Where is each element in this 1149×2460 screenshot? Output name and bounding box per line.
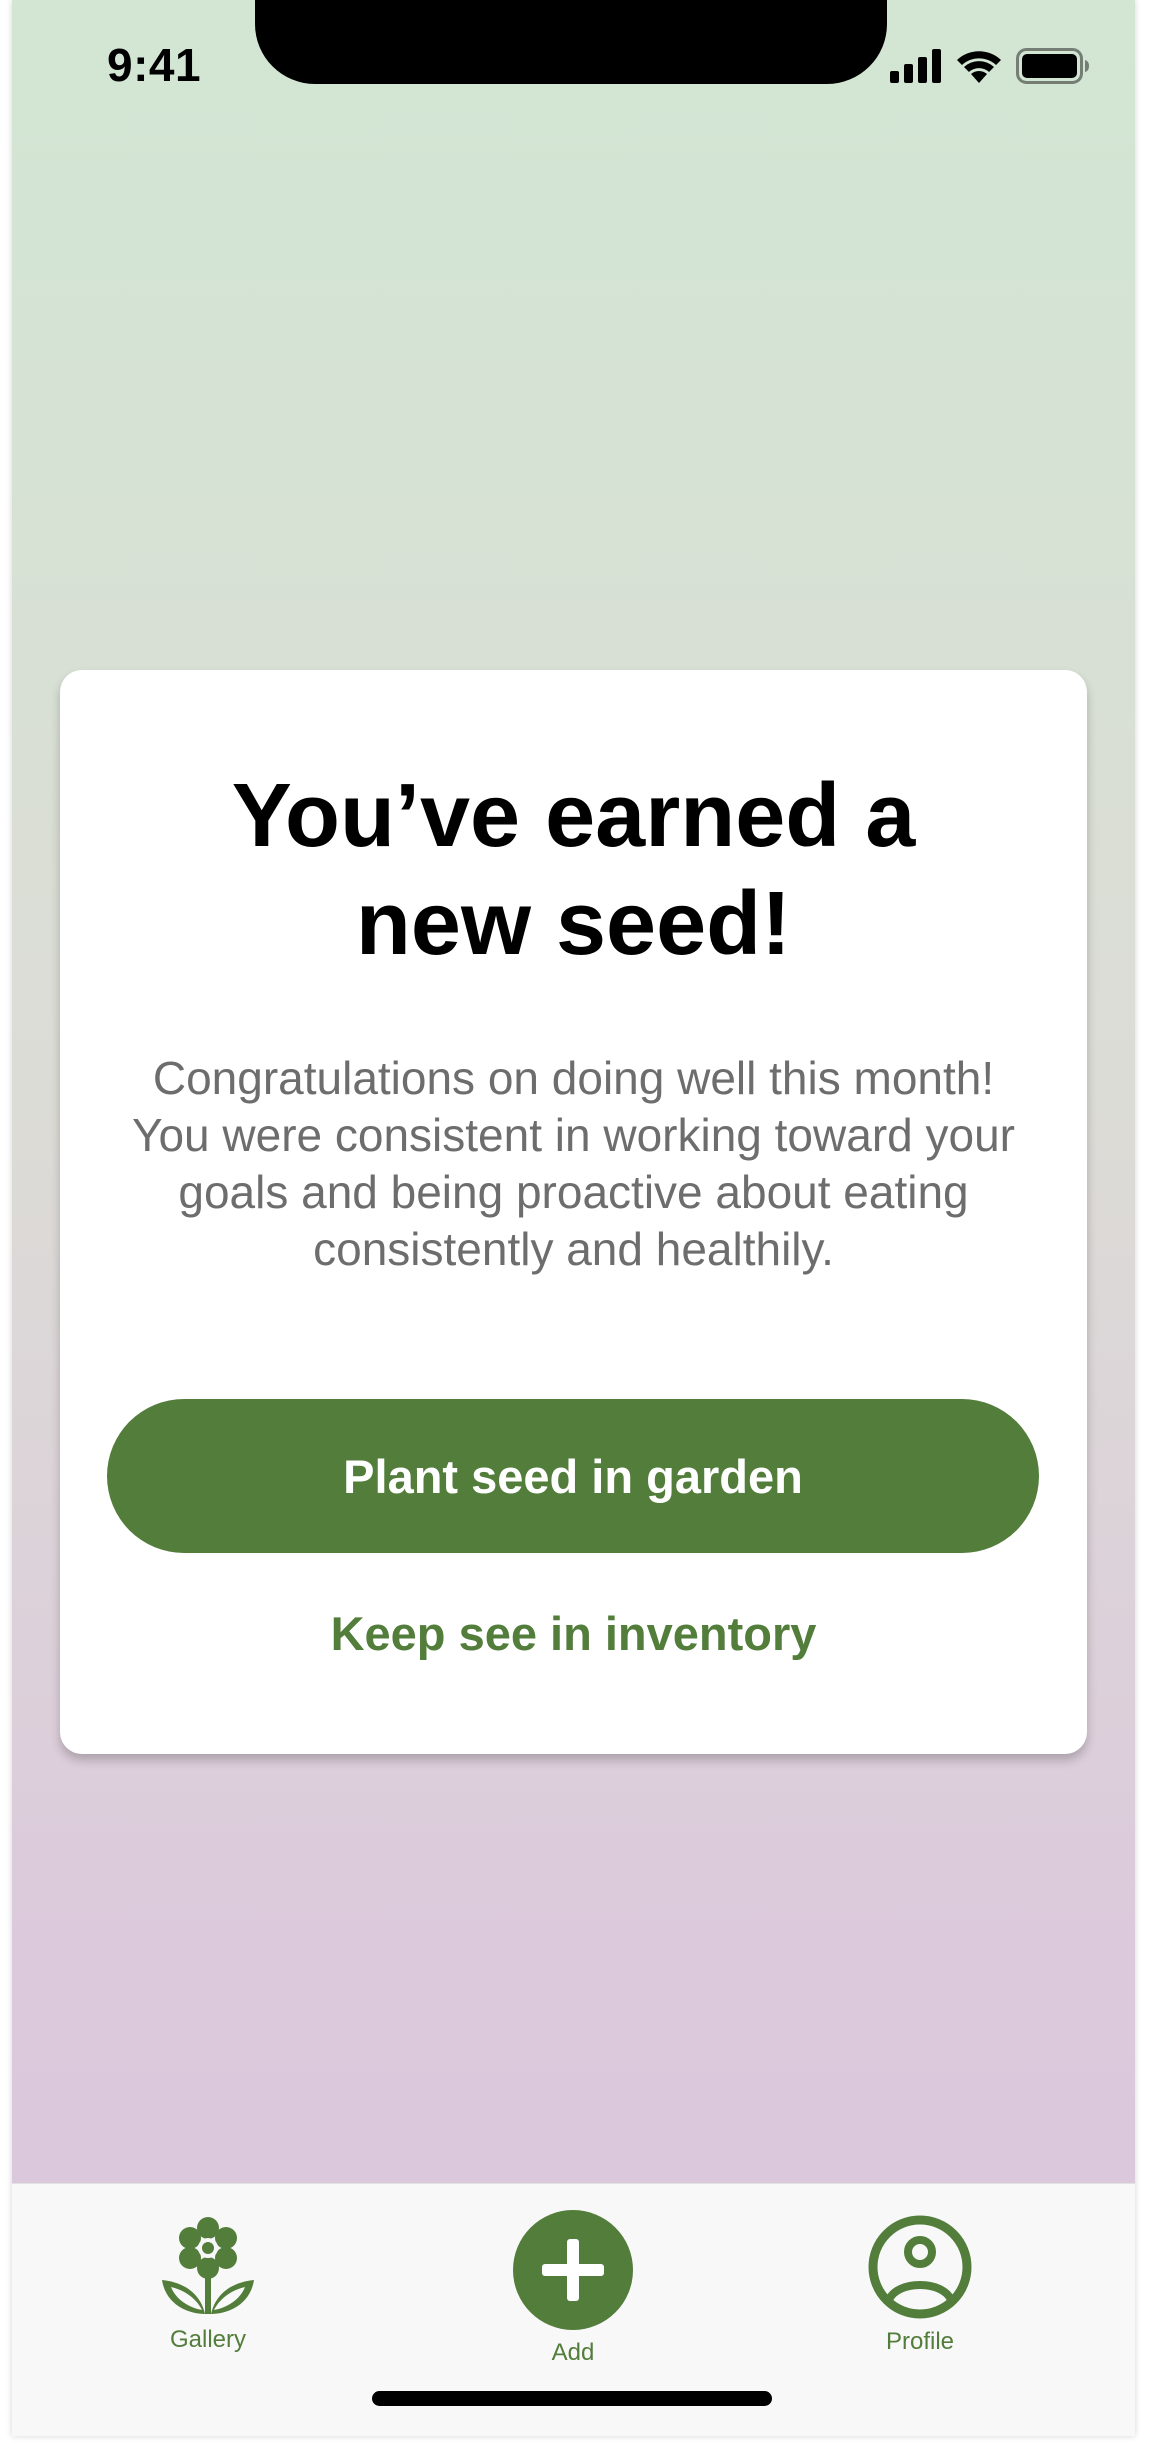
card-message: Congratulations on doing well this month… xyxy=(132,1052,1015,1275)
tab-profile[interactable]: Profile xyxy=(865,2214,975,2356)
card-title: You’ve earned a new seed! xyxy=(60,762,1087,978)
card-title-line-1: You’ve earned a xyxy=(231,766,916,866)
keep-in-inventory-link[interactable]: Keep see in inventory xyxy=(60,1606,1087,1661)
plus-icon xyxy=(513,2210,633,2330)
notch xyxy=(255,0,887,84)
seed-earned-card: You’ve earned a new seed! Congratulation… xyxy=(60,670,1087,1754)
home-indicator xyxy=(372,2391,772,2406)
battery-icon xyxy=(1016,48,1089,84)
status-icons xyxy=(890,46,1090,86)
flower-icon xyxy=(162,2217,254,2314)
cellular-signal-icon xyxy=(890,49,941,83)
wifi-icon xyxy=(957,51,1001,83)
card-title-line-2: new seed! xyxy=(355,874,792,974)
tab-add[interactable]: Add xyxy=(511,2209,635,2367)
tab-profile-label: Profile xyxy=(885,2328,955,2355)
plant-seed-button[interactable]: Plant seed in garden xyxy=(107,1399,1039,1553)
phone-screen: 9:41 You’ve earned a new seed! Congratul… xyxy=(12,0,1135,2436)
status-time: 9:41 xyxy=(107,39,202,91)
tab-gallery-label: Gallery xyxy=(169,2326,247,2353)
tab-gallery[interactable]: Gallery xyxy=(158,2214,258,2354)
tab-add-label: Add xyxy=(551,2339,595,2366)
user-circle-icon xyxy=(868,2215,972,2319)
